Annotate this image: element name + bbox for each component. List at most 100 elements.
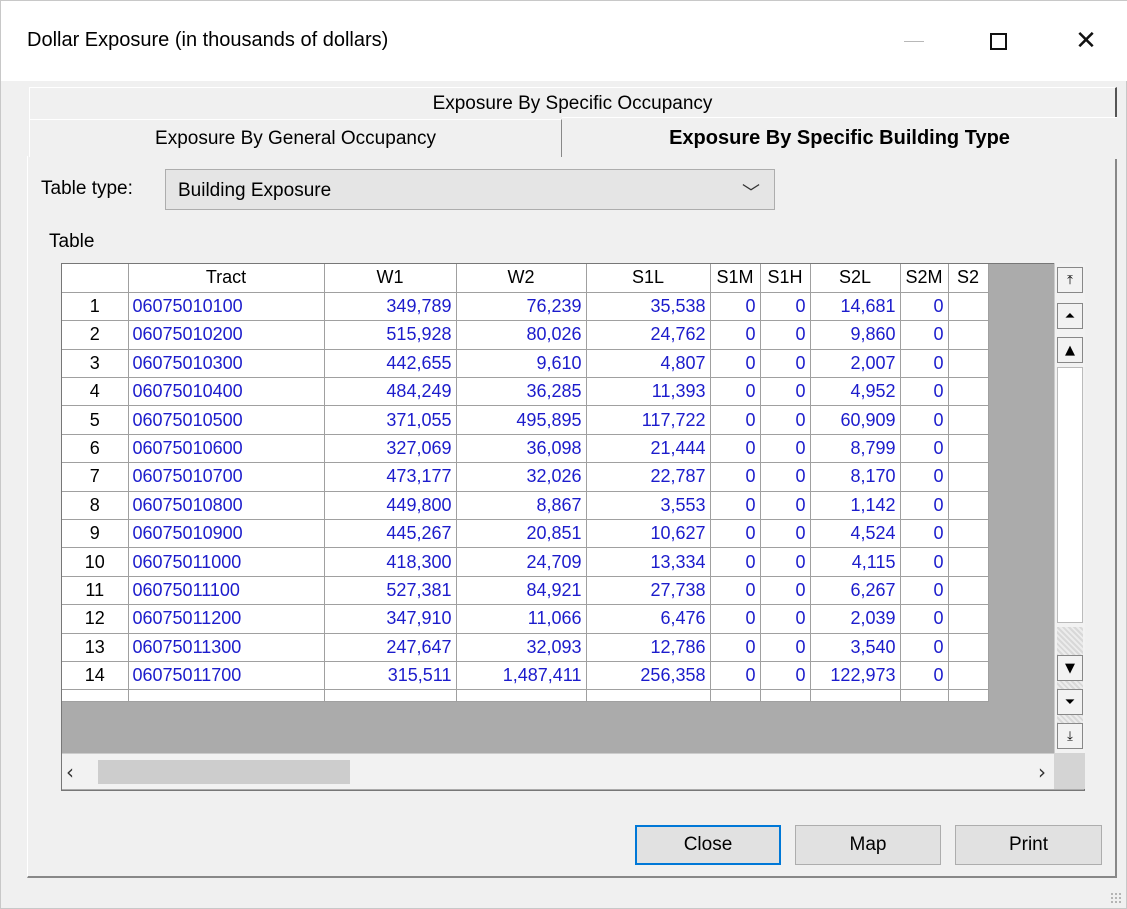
scroll-bottom-icon[interactable]: ⤓ — [1057, 723, 1083, 749]
exposure-grid[interactable]: Tract W1 W2 S1L S1M S1H S2L S2M S2 1 0607… — [61, 263, 1085, 791]
tab-exposure-general-occupancy[interactable]: Exposure By General Occupancy — [29, 119, 562, 157]
table-row[interactable]: 4 06075010400 484,249 36,285 11,393 0 0 4,952 0 — [62, 377, 989, 407]
cell-s1m[interactable]: 0 — [710, 405, 761, 435]
cell-w2[interactable]: 9,610 — [456, 349, 587, 379]
cell-w1[interactable]: 442,655 — [324, 349, 457, 379]
cell-s1m[interactable]: 0 — [710, 491, 761, 521]
cell-s1l[interactable]: 22,787 — [586, 462, 711, 492]
scroll-right-icon[interactable]: › — [1038, 760, 1046, 784]
cell-s1l[interactable]: 117,722 — [586, 405, 711, 435]
scroll-top-icon[interactable]: ⤒ — [1057, 267, 1083, 293]
cell-tract[interactable]: 06075011700 — [128, 661, 325, 691]
cell-w2[interactable]: 11,066 — [456, 604, 587, 634]
resize-grip[interactable] — [1110, 892, 1122, 904]
cell-w1[interactable]: 418,300 — [324, 547, 457, 577]
cell-w2[interactable]: 1,487,411 — [456, 661, 587, 691]
cell-s2m[interactable]: 0 — [900, 519, 949, 549]
tab-exposure-specific-occupancy[interactable]: Exposure By Specific Occupancy — [29, 87, 1117, 119]
close-button[interactable]: Close — [635, 825, 781, 865]
col-header-s1l[interactable]: S1L — [586, 264, 711, 293]
cell-s1m[interactable]: 0 — [710, 604, 761, 634]
table-row[interactable]: 1 06075010100 349,789 76,239 35,538 0 0 14,681 0 — [62, 292, 989, 322]
cell-w1[interactable]: 484,249 — [324, 377, 457, 407]
cell-w1[interactable]: 449,800 — [324, 491, 457, 521]
cell-tract[interactable]: 06075010100 — [128, 292, 325, 322]
cell-tract[interactable]: 06075011100 — [128, 576, 325, 606]
cell-s2m[interactable]: 0 — [900, 292, 949, 322]
cell-s2l[interactable]: 4,115 — [810, 547, 901, 577]
cell-w2[interactable]: 32,026 — [456, 462, 587, 492]
cell-w1[interactable]: 349,789 — [324, 292, 457, 322]
cell-s2[interactable] — [948, 377, 989, 407]
cell-w2[interactable]: 495,895 — [456, 405, 587, 435]
cell-s1m[interactable]: 0 — [710, 320, 761, 350]
cell-w2[interactable]: 36,285 — [456, 377, 587, 407]
scroll-up-icon[interactable]: ▲ — [1057, 337, 1083, 363]
cell-s2l[interactable]: 2,007 — [810, 349, 901, 379]
cell-s1l[interactable]: 4,807 — [586, 349, 711, 379]
cell-w1[interactable]: 473,177 — [324, 462, 457, 492]
cell-s2m[interactable]: 0 — [900, 547, 949, 577]
cell-s1l[interactable]: 11,393 — [586, 377, 711, 407]
cell-w1[interactable]: 515,928 — [324, 320, 457, 350]
cell-w1[interactable]: 327,069 — [324, 434, 457, 464]
tab-exposure-specific-building-type[interactable]: Exposure By Specific Building Type — [562, 117, 1117, 159]
cell-s2l[interactable]: 4,952 — [810, 377, 901, 407]
cell-w2[interactable]: 32,093 — [456, 633, 587, 662]
cell-s2l[interactable]: 9,860 — [810, 320, 901, 350]
cell-s2l[interactable]: 60,909 — [810, 405, 901, 435]
table-row[interactable]: 7 06075010700 473,177 32,026 22,787 0 0 8,170 0 — [62, 462, 989, 492]
cell-s1h[interactable]: 0 — [760, 576, 811, 606]
cell-s1h[interactable]: 0 — [760, 292, 811, 322]
cell-s2[interactable] — [948, 604, 989, 634]
cell-s1h[interactable]: 0 — [760, 462, 811, 492]
cell-tract[interactable]: 06075010200 — [128, 320, 325, 350]
cell-s1m[interactable]: 0 — [710, 434, 761, 464]
scroll-down-icon[interactable]: ▼ — [1057, 655, 1083, 681]
cell-s2l[interactable]: 8,799 — [810, 434, 901, 464]
cell-s1m[interactable]: 0 — [710, 462, 761, 492]
map-button[interactable]: Map — [795, 825, 941, 865]
cell-s2[interactable] — [948, 349, 989, 379]
cell-s1l[interactable]: 10,627 — [586, 519, 711, 549]
cell-tract[interactable]: 06075011200 — [128, 604, 325, 634]
col-header-w1[interactable]: W1 — [324, 264, 457, 293]
cell-tract[interactable]: 06075010400 — [128, 377, 325, 407]
cell-s1h[interactable]: 0 — [760, 434, 811, 464]
cell-s2m[interactable]: 0 — [900, 576, 949, 606]
cell-s1m[interactable]: 0 — [710, 519, 761, 549]
cell-s2[interactable] — [948, 576, 989, 606]
cell-s2m[interactable]: 0 — [900, 491, 949, 521]
cell-s2[interactable] — [948, 633, 989, 662]
table-row[interactable]: 8 06075010800 449,800 8,867 3,553 0 0 1,142 0 — [62, 491, 989, 521]
cell-s2m[interactable]: 0 — [900, 462, 949, 492]
scroll-left-icon[interactable]: ‹ — [66, 760, 74, 784]
cell-s2m[interactable]: 0 — [900, 349, 949, 379]
cell-tract[interactable]: 06075011300 — [128, 633, 325, 662]
cell-s1h[interactable]: 0 — [760, 377, 811, 407]
cell-s2l[interactable]: 6,267 — [810, 576, 901, 606]
page-down-icon[interactable]: ⏷ — [1057, 689, 1083, 715]
horizontal-scrollbar[interactable]: ‹ › — [62, 753, 1054, 789]
cell-s2[interactable] — [948, 519, 989, 549]
cell-s1l[interactable]: 12,786 — [586, 633, 711, 662]
close-window-button[interactable]: ✕ — [1051, 15, 1121, 67]
cell-s2m[interactable]: 0 — [900, 604, 949, 634]
minimize-button[interactable] — [879, 15, 949, 67]
cell-s2l[interactable]: 8,170 — [810, 462, 901, 492]
cell-s1l[interactable]: 6,476 — [586, 604, 711, 634]
cell-s2m[interactable]: 0 — [900, 661, 949, 691]
cell-tract[interactable]: 06075011000 — [128, 547, 325, 577]
cell-w1[interactable]: 371,055 — [324, 405, 457, 435]
col-header-s2[interactable]: S2 — [948, 264, 989, 293]
cell-s1l[interactable]: 21,444 — [586, 434, 711, 464]
cell-w1[interactable]: 347,910 — [324, 604, 457, 634]
table-row[interactable]: 11 06075011100 527,381 84,921 27,738 0 0 6,267 0 — [62, 576, 989, 606]
cell-w2[interactable]: 76,239 — [456, 292, 587, 322]
cell-w2[interactable]: 36,098 — [456, 434, 587, 464]
col-header-s2l[interactable]: S2L — [810, 264, 901, 293]
cell-s1h[interactable]: 0 — [760, 519, 811, 549]
page-up-icon[interactable]: ⏶ — [1057, 303, 1083, 329]
cell-s2m[interactable]: 0 — [900, 405, 949, 435]
cell-s1h[interactable]: 0 — [760, 491, 811, 521]
